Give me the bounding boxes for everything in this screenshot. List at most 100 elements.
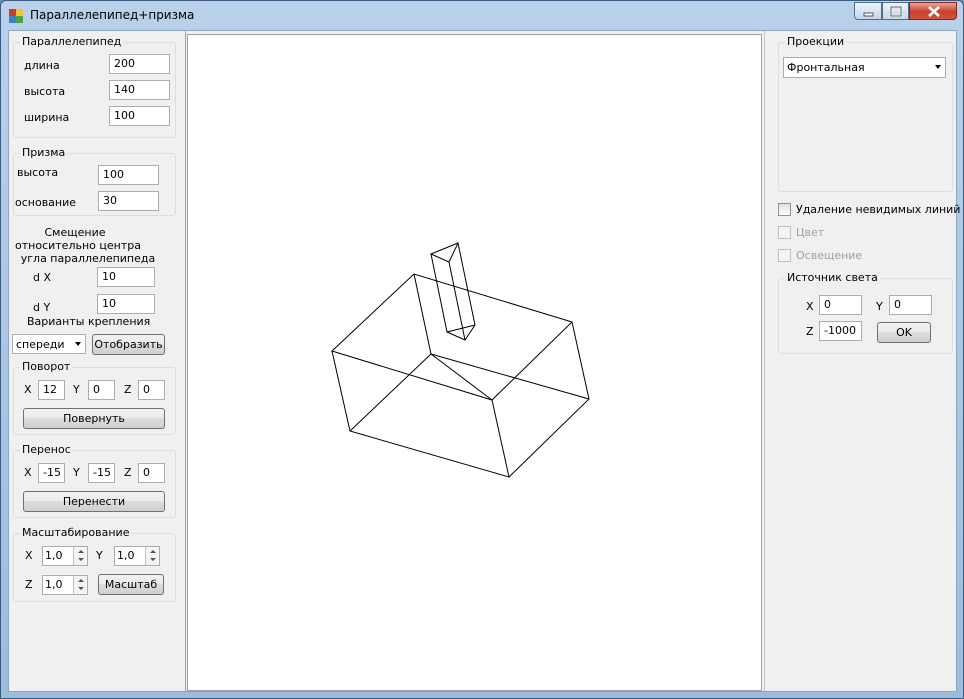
offset-caption-line2: относительно центра — [15, 239, 141, 252]
scaling-z-spinner[interactable]: 1,0 — [42, 575, 88, 595]
box-hidden-edges — [413, 273, 493, 401]
offset-caption-line1: Смещение — [44, 226, 106, 239]
box-front-face — [331, 350, 510, 478]
prism-group: Призма высота 100 основание 30 — [13, 146, 176, 216]
projections-group-title: Проекции — [785, 35, 847, 48]
close-button[interactable] — [909, 2, 957, 20]
minimize-icon — [863, 12, 874, 17]
box-top-face — [331, 273, 573, 401]
scaling-y-spin-buttons[interactable] — [145, 547, 159, 565]
translation-group-title: Перенос — [20, 443, 73, 456]
light-z-input[interactable]: -1000 — [819, 321, 862, 341]
prism-height-input[interactable]: 100 — [98, 165, 159, 185]
prism-base-label: основание — [15, 196, 77, 209]
rotation-group: Поворот X 12 Y 0 Z 0 Повернуть — [13, 360, 176, 435]
length-input[interactable]: 200 — [109, 54, 170, 74]
rotation-z-input[interactable]: 0 — [138, 380, 165, 400]
light-x-input[interactable]: 0 — [819, 295, 862, 315]
chevron-down-icon — [935, 65, 941, 69]
color-checkbox[interactable] — [778, 226, 791, 239]
show-button[interactable]: Отобразить — [92, 334, 165, 355]
height-label: высота — [24, 85, 66, 98]
hidden-lines-label[interactable]: Удаление невидимых линий — [796, 203, 960, 216]
client-area: Параллелепипед длина 200 высота 140 шири… — [8, 30, 960, 692]
translation-y-input[interactable]: -15 — [88, 463, 115, 483]
lighting-label[interactable]: Освещение — [796, 249, 862, 262]
spin-down-icon — [150, 558, 156, 561]
box-hidden-edge — [349, 353, 432, 432]
rotation-group-title: Поворот — [20, 360, 73, 373]
light-source-group-title: Источник света — [785, 271, 880, 284]
prism-front-face — [430, 253, 466, 341]
scaling-z-spin-buttons[interactable] — [73, 576, 87, 594]
prism-base-input[interactable]: 30 — [98, 191, 159, 211]
prism-group-title: Призма — [20, 146, 68, 159]
drawing-canvas[interactable] — [187, 34, 762, 691]
height-input[interactable]: 140 — [109, 80, 170, 100]
dx-input[interactable]: 10 — [97, 267, 155, 287]
window-title: Параллелепипед+призма — [30, 8, 195, 22]
rotation-z-label: Z — [124, 383, 132, 396]
translation-z-label: Z — [124, 466, 132, 479]
spin-down-icon — [78, 587, 84, 590]
translation-group: Перенос X -15 Y -15 Z 0 Перенести — [13, 443, 176, 518]
scaling-z-label: Z — [25, 578, 33, 591]
application-window: Параллелепипед+призма Параллелепипед дли… — [0, 0, 964, 699]
translation-x-label: X — [24, 466, 32, 479]
scaling-y-value: 1,0 — [117, 549, 135, 562]
color-label[interactable]: Цвет — [796, 226, 824, 239]
app-icon[interactable] — [9, 9, 23, 23]
box-hidden-edge — [430, 353, 590, 400]
translate-button[interactable]: Перенести — [23, 491, 165, 512]
scaling-x-spin-buttons[interactable] — [73, 547, 87, 565]
rotate-button[interactable]: Повернуть — [23, 408, 165, 429]
wireframe-drawing — [331, 241, 590, 478]
dy-input[interactable]: 10 — [97, 294, 155, 314]
right-panel: Проекции Фронтальная Удаление невидимых … — [764, 31, 960, 691]
spin-up-icon — [150, 550, 156, 553]
mount-variants-label: Варианты крепления — [27, 315, 151, 328]
left-panel: Параллелепипед длина 200 высота 140 шири… — [9, 31, 186, 691]
scaling-x-value: 1,0 — [45, 549, 63, 562]
chevron-down-icon — [75, 342, 81, 346]
projections-group: Проекции Фронтальная — [778, 35, 953, 192]
width-label: ширина — [24, 111, 70, 124]
ok-button[interactable]: OK — [877, 322, 931, 343]
light-source-group: Источник света X 0 Y 0 Z -1000 OK — [778, 271, 953, 354]
scaling-z-value: 1,0 — [45, 578, 63, 591]
scaling-y-label: Y — [96, 549, 103, 562]
mount-variant-value: спереди — [16, 338, 65, 351]
rotation-y-label: Y — [73, 383, 80, 396]
scaling-x-label: X — [25, 549, 33, 562]
spin-down-icon — [78, 558, 84, 561]
lighting-checkbox[interactable] — [778, 249, 791, 262]
scaling-group: Масштабирование X 1,0 Y 1,0 Z 1,0 Масшта… — [13, 526, 176, 602]
offset-caption-line3: угла параллелепипеда — [20, 252, 156, 265]
rotation-y-input[interactable]: 0 — [88, 380, 115, 400]
translation-y-label: Y — [73, 466, 80, 479]
scaling-x-spinner[interactable]: 1,0 — [42, 546, 88, 566]
scaling-y-spinner[interactable]: 1,0 — [114, 546, 160, 566]
maximize-button[interactable] — [882, 2, 909, 20]
translation-z-input[interactable]: 0 — [138, 463, 165, 483]
light-y-label: Y — [876, 300, 883, 313]
light-z-label: Z — [806, 325, 814, 338]
dy-label: d Y — [33, 301, 51, 314]
light-x-label: X — [806, 300, 814, 313]
rotation-x-input[interactable]: 12 — [38, 380, 65, 400]
width-input[interactable]: 100 — [109, 106, 170, 126]
length-label: длина — [24, 59, 60, 72]
minimize-button[interactable] — [854, 2, 882, 20]
scaling-group-title: Масштабирование — [20, 526, 132, 539]
mount-variant-select[interactable]: спереди — [12, 334, 86, 354]
spin-up-icon — [78, 579, 84, 582]
translation-x-input[interactable]: -15 — [38, 463, 65, 483]
prism-height-label: высота — [17, 166, 59, 179]
scale-button[interactable]: Масштаб — [98, 574, 164, 595]
light-y-input[interactable]: 0 — [889, 295, 932, 315]
rotation-x-label: X — [24, 383, 32, 396]
hidden-lines-checkbox[interactable] — [778, 203, 791, 216]
projection-select[interactable]: Фронтальная — [783, 57, 946, 78]
projection-value: Фронтальная — [787, 61, 865, 74]
title-bar[interactable]: Параллелепипед+призма — [1, 1, 963, 31]
